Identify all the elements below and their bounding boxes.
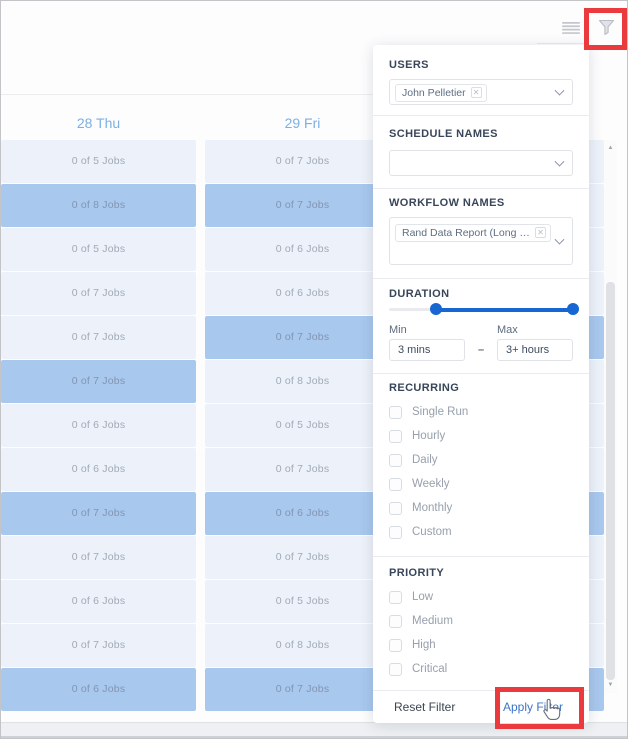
calendar-cell[interactable]: 0 of 5 Jobs [1,228,196,271]
chip-label: Rand Data Report (Long ~45... [402,226,530,239]
min-duration-input[interactable]: 3 mins [389,339,465,362]
workflow-names-section-label: WORKFLOW NAMES [389,196,505,209]
list-view-icon[interactable] [562,21,580,34]
range-separator: – [477,344,485,357]
checkbox-row[interactable]: Monthly [389,496,573,520]
checkbox-label: Weekly [412,478,450,491]
chevron-down-icon[interactable] [554,85,565,96]
checkbox[interactable] [389,525,402,539]
chip-remove-icon[interactable]: ✕ [470,87,482,98]
filter-panel: USERS John Pelletier ✕ SCHEDULE NAMES WOR… [373,45,589,723]
checkbox[interactable] [389,662,402,676]
calendar-cell[interactable]: 0 of 6 Jobs [1,404,196,447]
checkbox-row[interactable]: Single Run [389,400,573,424]
calendar-cell[interactable]: 0 of 6 Jobs [1,448,196,491]
calendar-cell[interactable]: 0 of 8 Jobs [205,624,400,667]
checkbox-label: Daily [412,454,438,467]
gutter-divider-horizontal [537,43,586,44]
day-header: 28 Thu [76,115,121,131]
calendar-cell[interactable]: 0 of 7 Jobs [205,184,400,227]
checkbox-label: Monthly [412,502,453,515]
checkbox[interactable] [389,501,402,515]
checkbox[interactable] [389,477,402,491]
reset-filter-button[interactable]: Reset Filter [394,700,455,714]
calendar-cell[interactable]: 0 of 7 Jobs [1,492,196,535]
checkbox-label: High [412,639,436,652]
calendar-cell[interactable]: 0 of 6 Jobs [205,228,400,271]
priority-section-label: PRIORITY [389,567,445,580]
checkbox-row[interactable]: Weekly [389,472,573,496]
apply-filter-button[interactable]: Apply Filter [503,700,563,714]
checkbox-row[interactable]: Daily [389,448,573,472]
workflow-names-select[interactable]: Rand Data Report (Long ~45... ✕ [389,216,573,265]
duration-section-label: DURATION [389,288,450,301]
checkbox-row[interactable]: High [389,633,573,657]
checkbox-label: Custom [412,526,452,539]
bottom-status-bar [1,722,627,738]
calendar-cell[interactable]: 0 of 8 Jobs [1,184,196,227]
checkbox-label: Low [412,591,434,604]
vertical-scrollbar[interactable]: ▲ ▼ [604,140,617,693]
chevron-down-icon[interactable] [554,156,565,167]
calendar-cell[interactable]: 0 of 6 Jobs [1,580,196,623]
users-section-label: USERS [389,59,429,71]
selected-value-chip: Rand Data Report (Long ~45... ✕ [395,223,551,242]
chip-label: John Pelletier [402,86,466,99]
app-window: 28 Thu 29 Fri 0 of 5 Jobs 0 of 8 Jobs 0 of… [0,0,628,739]
calendar-cell[interactable]: 0 of 7 Jobs [205,140,400,183]
slider-max-handle[interactable] [567,303,579,316]
checkbox-label: Single Run [412,406,469,419]
calendar-cell[interactable]: 0 of 7 Jobs [205,536,400,579]
checkbox[interactable] [389,614,402,628]
scrollbar-thumb[interactable] [606,282,615,680]
recurring-section-label: RECURRING [389,382,460,395]
checkbox-row[interactable]: Hourly [389,424,573,448]
calendar-cell[interactable]: 0 of 7 Jobs [1,536,196,579]
calendar-cell[interactable]: 0 of 5 Jobs [205,404,400,447]
schedule-names-select[interactable] [389,149,573,176]
scroll-up-icon[interactable]: ▲ [604,142,617,154]
calendar-cell[interactable]: 0 of 7 Jobs [1,624,196,667]
users-select[interactable]: John Pelletier ✕ [389,79,573,105]
calendar-cell[interactable]: 0 of 5 Jobs [1,140,196,183]
checkbox-label: Critical [412,663,448,676]
calendar-cell[interactable]: 0 of 7 Jobs [205,316,400,359]
max-label: Max [497,324,518,337]
checkbox-row[interactable]: Critical [389,657,573,681]
day-header: 29 Fri [284,115,321,131]
calendar-cell[interactable]: 0 of 7 Jobs [1,272,196,315]
checkbox-row[interactable]: Medium [389,609,573,633]
calendar-column: 0 of 7 Jobs 0 of 7 Jobs 0 of 6 Jobs 0 of 6 … [205,140,400,712]
scroll-down-icon[interactable]: ▼ [604,679,617,691]
calendar-cell[interactable]: 0 of 6 Jobs [1,668,196,711]
calendar-cell[interactable]: 0 of 6 Jobs [205,492,400,535]
duration-slider[interactable] [389,302,579,316]
slider-range-fill [435,307,573,312]
checkbox[interactable] [389,405,402,419]
calendar-cell[interactable]: 0 of 8 Jobs [205,360,400,403]
checkbox[interactable] [389,429,402,443]
checkbox[interactable] [389,638,402,652]
slider-min-handle[interactable] [429,303,442,316]
calendar-cell[interactable]: 0 of 7 Jobs [205,448,400,491]
schedule-names-section-label: SCHEDULE NAMES [389,127,498,140]
selected-value-chip: John Pelletier ✕ [395,83,487,102]
calendar-cell[interactable]: 0 of 7 Jobs [1,316,196,359]
checkbox[interactable] [389,590,402,604]
checkbox-label: Hourly [412,430,446,443]
checkbox-label: Medium [412,615,453,628]
min-label: Min [389,324,407,337]
calendar-cell[interactable]: 0 of 7 Jobs [1,360,196,403]
chevron-down-icon[interactable] [554,234,565,245]
calendar-column: 0 of 5 Jobs 0 of 8 Jobs 0 of 5 Jobs 0 of 7 … [1,140,196,712]
checkbox-row[interactable]: Custom [389,520,573,544]
checkbox-row[interactable]: Low [389,585,573,609]
calendar-cell[interactable]: 0 of 6 Jobs [205,272,400,315]
calendar-cell[interactable]: 0 of 5 Jobs [205,580,400,623]
filter-icon[interactable] [598,19,615,36]
checkbox[interactable] [389,453,402,467]
max-duration-input[interactable]: 3+ hours [497,339,573,362]
calendar-cell[interactable]: 0 of 7 Jobs [205,668,400,711]
chip-remove-icon[interactable]: ✕ [535,227,546,239]
